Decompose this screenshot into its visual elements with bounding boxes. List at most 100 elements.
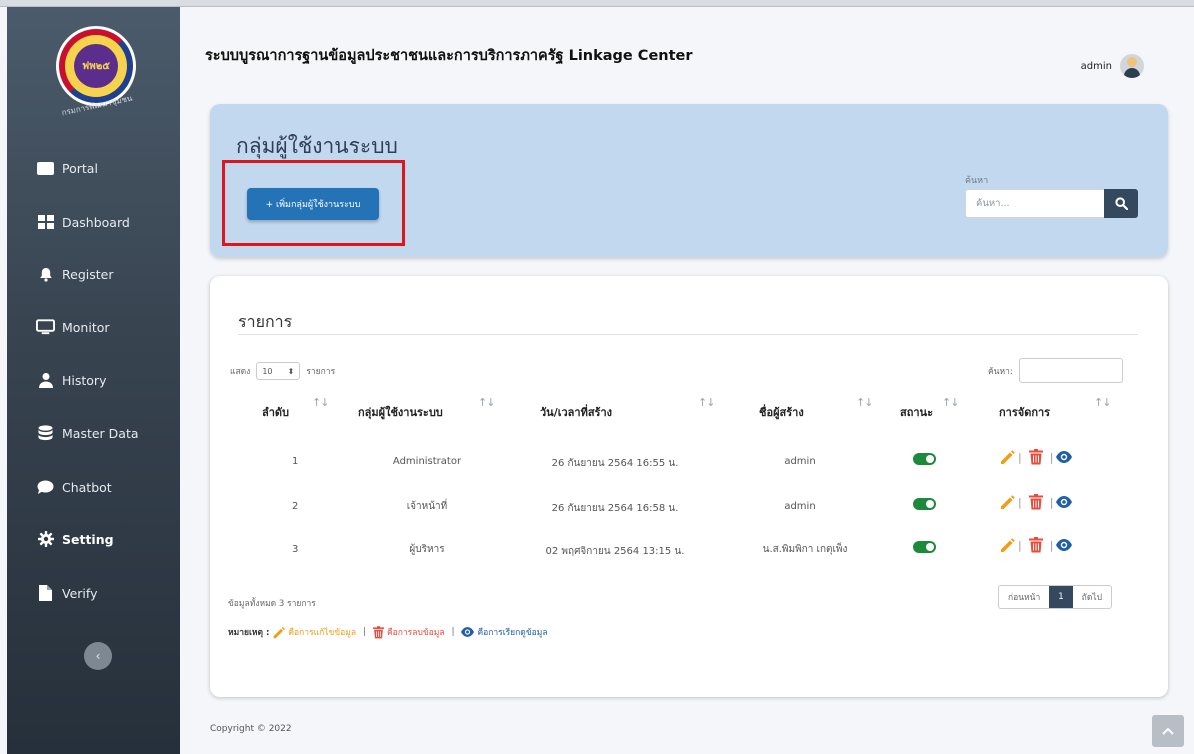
avatar xyxy=(1120,54,1144,78)
legend-view: คือการเรียกดูข้อมูล xyxy=(477,628,548,638)
chevron-left-icon: ‹ xyxy=(95,649,101,663)
pagination-prev[interactable]: ก่อนหน้า xyxy=(999,586,1049,608)
logo-ring: ฟพ๒๕ xyxy=(59,29,133,103)
sort-icon[interactable]: ↑↓ xyxy=(478,396,495,409)
column-header-creator[interactable]: ชื่อผู้สร้าง xyxy=(759,403,804,421)
sidebar-item-label: Chatbot xyxy=(62,479,112,495)
user-icon xyxy=(36,372,55,388)
delete-trash-icon[interactable] xyxy=(1028,449,1043,465)
cell-group: ผู้บริหาร xyxy=(409,544,445,555)
cell-created: 26 กันยายน 2564 16:55 น. xyxy=(551,458,679,469)
sidebar-item-portal[interactable]: Portal xyxy=(36,156,98,180)
sidebar-item-history[interactable]: History xyxy=(36,368,106,392)
sort-icon[interactable]: ↑↓ xyxy=(312,396,329,409)
cell-no: 1 xyxy=(292,456,299,467)
show-suffix: รายการ xyxy=(306,367,336,377)
page-size-control: แสดง 10 ⬍ รายการ xyxy=(230,362,335,380)
sort-icon[interactable]: ↑↓ xyxy=(942,396,959,409)
edit-pencil-icon[interactable] xyxy=(999,449,1015,465)
row-actions: | | xyxy=(999,537,1073,553)
legend-separator: | xyxy=(451,627,455,637)
delete-trash-icon[interactable] xyxy=(1028,537,1043,553)
chevron-up-icon xyxy=(1162,727,1174,735)
sidebar: ฟพ๒๕ กรมการพัฒนาชุมชน Portal Dashboard R… xyxy=(7,7,180,754)
sort-icon[interactable]: ↑↓ xyxy=(1094,396,1111,409)
table-search-label: ค้นหา: xyxy=(988,367,1013,377)
delete-trash-icon[interactable] xyxy=(1028,494,1043,510)
pagination-next[interactable]: ถัดไป xyxy=(1073,586,1111,608)
cell-creator: admin xyxy=(784,456,816,467)
show-prefix: แสดง xyxy=(230,367,251,377)
edit-pencil-icon[interactable] xyxy=(999,494,1015,510)
page-size-select[interactable]: 10 ⬍ xyxy=(256,362,301,380)
delete-trash-icon xyxy=(372,625,384,638)
sidebar-item-chatbot[interactable]: Chatbot xyxy=(36,475,112,499)
database-icon xyxy=(36,425,55,441)
table-search-input[interactable] xyxy=(1019,358,1123,383)
portal-icon xyxy=(36,160,55,176)
window-top-border xyxy=(0,0,1194,7)
sidebar-item-label: Dashboard xyxy=(62,214,130,230)
highlight-annotation-box xyxy=(222,160,405,246)
status-toggle[interactable] xyxy=(913,541,936,553)
action-legend: หมายเหตุ : คือการแก้ไขข้อมูล | คือการลบข… xyxy=(228,625,548,639)
monitor-icon xyxy=(36,319,55,335)
sidebar-item-setting[interactable]: Setting xyxy=(36,527,114,551)
row-actions: | | xyxy=(999,449,1073,465)
bell-icon xyxy=(36,266,55,282)
edit-pencil-icon[interactable] xyxy=(999,537,1015,553)
search-icon xyxy=(1114,197,1128,210)
divider xyxy=(238,334,1138,335)
scroll-to-top-button[interactable] xyxy=(1152,715,1184,747)
view-eye-icon xyxy=(461,627,475,637)
status-toggle[interactable] xyxy=(913,453,936,465)
sidebar-item-register[interactable]: Register xyxy=(36,262,113,286)
cell-creator: admin xyxy=(784,501,816,512)
page-header-title: ระบบบูรณาการฐานข้อมูลประชาชนและการบริการ… xyxy=(205,48,693,64)
sort-icon[interactable]: ↑↓ xyxy=(698,396,715,409)
file-icon xyxy=(36,585,55,601)
footer-copyright: Copyright © 2022 xyxy=(210,724,292,734)
pagination-page[interactable]: 1 xyxy=(1049,586,1073,608)
cell-group: Administrator xyxy=(392,456,462,467)
user-group-list-panel: รายการ แสดง 10 ⬍ รายการ ค้นหา: ลำดับ ↑↓ … xyxy=(210,276,1168,697)
sidebar-item-verify[interactable]: Verify xyxy=(36,581,97,605)
sidebar-item-label: Master Data xyxy=(62,425,139,441)
list-title: รายการ xyxy=(238,312,293,331)
page-title: กลุ่มผู้ใช้งานระบบ xyxy=(236,134,398,158)
cell-creator: น.ส.พิมพิกา เกตุเพ็ง xyxy=(762,544,848,555)
view-eye-icon[interactable] xyxy=(1056,451,1073,463)
search-label: ค้นหา xyxy=(965,176,989,186)
sidebar-item-label: Monitor xyxy=(62,319,110,335)
column-header-created[interactable]: วัน/เวลาที่สร้าง xyxy=(540,403,612,421)
cell-group: เจ้าหน้าที่ xyxy=(406,501,448,512)
column-header-group[interactable]: กลุ่มผู้ใช้งานระบบ xyxy=(358,403,443,421)
sidebar-item-label: Register xyxy=(62,266,114,282)
legend-delete: คือการลบข้อมูล xyxy=(386,628,445,638)
page-size-value: 10 xyxy=(262,366,273,376)
view-eye-icon[interactable] xyxy=(1056,496,1073,508)
logo-emblem: ฟพ๒๕ xyxy=(74,44,118,88)
legend-edit: คือการแก้ไขข้อมูล xyxy=(288,628,357,638)
column-header-actions[interactable]: การจัดการ xyxy=(999,403,1050,421)
column-header-status[interactable]: สถานะ xyxy=(900,403,933,421)
status-toggle[interactable] xyxy=(913,498,936,510)
sidebar-item-master-data[interactable]: Master Data xyxy=(36,421,139,445)
gear-icon xyxy=(36,531,55,547)
search-input[interactable]: ค้นหา... xyxy=(965,189,1105,218)
username: admin xyxy=(1080,60,1112,72)
sidebar-item-label: Verify xyxy=(62,585,98,601)
user-menu[interactable]: admin xyxy=(1081,54,1144,78)
select-arrows-icon: ⬍ xyxy=(287,366,295,376)
search-button[interactable] xyxy=(1104,189,1138,218)
column-header-no[interactable]: ลำดับ xyxy=(262,403,289,421)
sidebar-item-label: Portal xyxy=(62,160,98,176)
sidebar-item-label: Setting xyxy=(62,531,114,547)
sidebar-collapse-button[interactable]: ‹ xyxy=(84,642,112,670)
sidebar-item-monitor[interactable]: Monitor xyxy=(36,315,110,339)
view-eye-icon[interactable] xyxy=(1056,539,1073,551)
chat-icon xyxy=(36,479,55,495)
cell-no: 3 xyxy=(292,544,299,555)
sort-icon[interactable]: ↑↓ xyxy=(856,396,873,409)
sidebar-item-dashboard[interactable]: Dashboard xyxy=(36,210,130,234)
